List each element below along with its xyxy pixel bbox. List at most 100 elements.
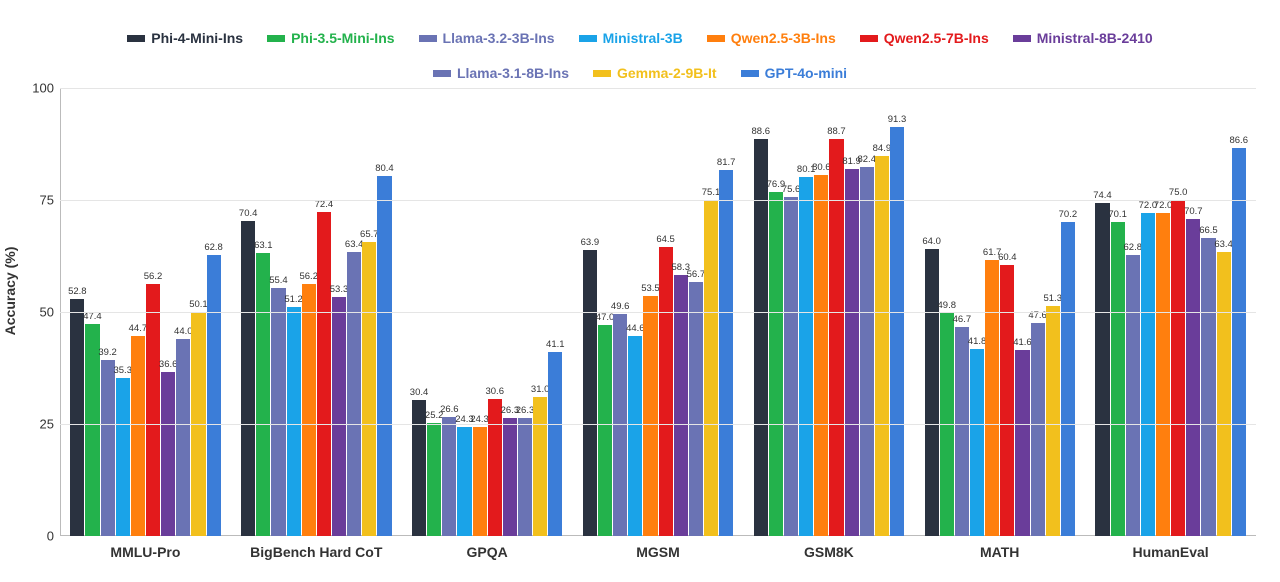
- bar-value-label: 39.2: [98, 347, 117, 358]
- bar-value-label: 26.3: [516, 405, 535, 416]
- bar-value-label: 64.5: [656, 234, 675, 245]
- y-tick-label: 75: [24, 193, 54, 208]
- bar-value-label: 56.2: [299, 271, 318, 282]
- y-tick-label: 0: [24, 529, 54, 544]
- bar-value-label: 49.8: [938, 300, 957, 311]
- legend-item: Gemma-2-9B-It: [593, 63, 717, 84]
- bar-value-label: 70.7: [1184, 206, 1203, 217]
- legend-label: Qwen2.5-3B-Ins: [731, 28, 836, 49]
- bar-value-label: 41.8: [968, 336, 987, 347]
- bar-value-label: 75.6: [782, 184, 801, 195]
- bar-value-label: 53.3: [330, 284, 349, 295]
- bar: 31.0: [533, 397, 547, 536]
- bar-value-label: 70.1: [1108, 209, 1127, 220]
- legend-item: Qwen2.5-7B-Ins: [860, 28, 989, 49]
- category-label: GSM8K: [743, 544, 914, 560]
- bar: 46.7: [955, 327, 969, 536]
- bar-value-label: 86.6: [1229, 135, 1248, 146]
- bar-value-label: 46.7: [953, 314, 972, 325]
- legend-label: Ministral-3B: [603, 28, 683, 49]
- legend-swatch: [860, 35, 878, 42]
- legend-item: Qwen2.5-3B-Ins: [707, 28, 836, 49]
- category-label: BigBench Hard CoT: [231, 544, 402, 560]
- legend-item: Ministral-3B: [579, 28, 683, 49]
- y-tick-label: 100: [24, 81, 54, 96]
- bar-value-label: 30.6: [485, 386, 504, 397]
- bar-value-label: 82.4: [857, 154, 876, 165]
- legend-swatch: [267, 35, 285, 42]
- bar-value-label: 91.3: [888, 114, 907, 125]
- bar: 56.7: [689, 282, 703, 536]
- bar-value-label: 47.0: [596, 312, 615, 323]
- bar: 75.0: [1171, 200, 1185, 536]
- chart-container: Phi-4-Mini-Ins Phi-3.5-Mini-Ins Llama-3.2-…: [0, 0, 1280, 582]
- legend-swatch: [741, 70, 759, 77]
- gridline: [60, 88, 1256, 89]
- bar: 62.8: [1126, 255, 1140, 536]
- bar: 80.1: [799, 177, 813, 536]
- legend-item: Phi-4-Mini-Ins: [127, 28, 243, 49]
- bar: 47.0: [598, 325, 612, 536]
- bar: 44.6: [628, 336, 642, 536]
- y-tick-label: 50: [24, 305, 54, 320]
- bar: 75.6: [784, 197, 798, 536]
- legend: Phi-4-Mini-Ins Phi-3.5-Mini-Ins Llama-3.2-…: [0, 28, 1280, 84]
- bar: 24.3: [473, 427, 487, 536]
- bar: 86.6: [1232, 148, 1246, 536]
- legend-label: Phi-3.5-Mini-Ins: [291, 28, 394, 49]
- bar: 88.6: [754, 139, 768, 536]
- y-tick-label: 25: [24, 417, 54, 432]
- bar: 35.3: [116, 378, 130, 536]
- category-label: HumanEval: [1085, 544, 1256, 560]
- legend-item: GPT-4o-mini: [741, 63, 847, 84]
- gridline: [60, 312, 1256, 313]
- bar-value-label: 41.6: [1013, 337, 1032, 348]
- category-label: MMLU-Pro: [60, 544, 231, 560]
- bar-value-label: 60.4: [998, 252, 1017, 263]
- bar-value-label: 56.2: [144, 271, 163, 282]
- bar: 70.1: [1111, 222, 1125, 536]
- bar: 76.9: [769, 192, 783, 537]
- bar: 72.4: [317, 212, 331, 536]
- legend-swatch: [433, 70, 451, 77]
- legend-label: Phi-4-Mini-Ins: [151, 28, 243, 49]
- legend-label: GPT-4o-mini: [765, 63, 847, 84]
- bar-value-label: 70.2: [1059, 209, 1078, 220]
- bar: 82.4: [860, 167, 874, 536]
- bar-value-label: 62.8: [1124, 242, 1143, 253]
- legend-swatch: [579, 35, 597, 42]
- legend-item: Llama-3.2-3B-Ins: [419, 28, 555, 49]
- category-label: GPQA: [402, 544, 573, 560]
- bar-value-label: 88.6: [752, 126, 771, 137]
- bar-value-label: 80.4: [375, 163, 394, 174]
- bar: 60.4: [1000, 265, 1014, 536]
- bar: 80.4: [377, 176, 391, 536]
- bar: 52.8: [70, 299, 84, 536]
- bar: 26.3: [518, 418, 532, 536]
- bar-value-label: 70.4: [239, 208, 258, 219]
- bar: 26.6: [442, 417, 456, 536]
- bar: 41.1: [548, 352, 562, 536]
- bar-value-label: 53.5: [641, 283, 660, 294]
- bar: 25.2: [427, 423, 441, 536]
- legend-label: Qwen2.5-7B-Ins: [884, 28, 989, 49]
- bar: 41.8: [970, 349, 984, 536]
- bar-value-label: 62.8: [204, 242, 223, 253]
- legend-swatch: [127, 35, 145, 42]
- bar-value-label: 63.9: [581, 237, 600, 248]
- legend-item: Ministral-8B-2410: [1013, 28, 1153, 49]
- legend-label: Ministral-8B-2410: [1037, 28, 1153, 49]
- bar: 63.4: [347, 252, 361, 536]
- bar-value-label: 51.2: [284, 294, 303, 305]
- bar: 41.6: [1015, 350, 1029, 536]
- legend-label: Gemma-2-9B-It: [617, 63, 717, 84]
- bar-value-label: 35.3: [113, 365, 132, 376]
- bar: 44.0: [176, 339, 190, 536]
- bar-value-label: 65.7: [360, 229, 379, 240]
- legend-swatch: [1013, 35, 1031, 42]
- legend-item: Llama-3.1-8B-Ins: [433, 63, 569, 84]
- gridline: [60, 424, 1256, 425]
- bar: 44.7: [131, 336, 145, 536]
- legend-label: Llama-3.2-3B-Ins: [443, 28, 555, 49]
- bar: 72.0: [1156, 213, 1170, 536]
